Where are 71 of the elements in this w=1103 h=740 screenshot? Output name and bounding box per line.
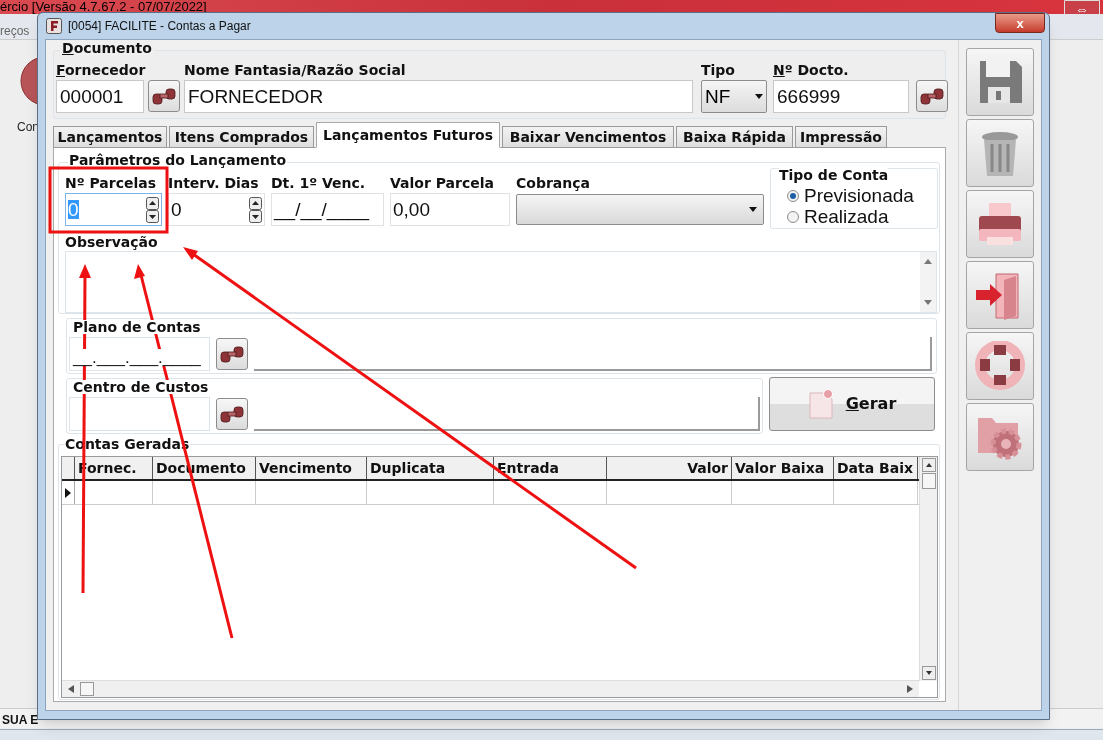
column-header[interactable]: Vencimento: [256, 457, 367, 479]
dropdown[interactable]: [516, 194, 764, 225]
tab[interactable]: Impressão: [795, 126, 887, 148]
radio-label[interactable]: Realizada: [804, 207, 889, 226]
search-button[interactable]: [216, 398, 248, 430]
app-title: ércio [Versão 4.7.67.2 - 07/07/2022]: [0, 0, 207, 13]
group-label: Centro de Custos: [73, 380, 209, 394]
scrollbar[interactable]: [920, 252, 936, 312]
column-header[interactable]: Entrada: [494, 457, 607, 479]
toolbar-button[interactable]: [966, 48, 1034, 116]
toolbar-button[interactable]: [966, 261, 1034, 329]
search-button[interactable]: [916, 80, 948, 112]
toolbar-button[interactable]: [966, 190, 1034, 258]
tab[interactable]: Baixar Vencimentos: [502, 126, 674, 148]
dropdown-arrow-icon: [749, 207, 757, 212]
search-button[interactable]: [148, 80, 180, 112]
lifebuoy-icon: [974, 341, 1026, 391]
app-icon: [46, 18, 62, 34]
column-header[interactable]: Data Baix: [834, 457, 918, 479]
column-header[interactable]: Valor Baixa: [732, 457, 834, 479]
field-label: Interv. Dias: [168, 176, 260, 190]
group-label: Plano de Contas: [73, 320, 201, 334]
column-header[interactable]: Valor: [607, 457, 732, 479]
dropdown-arrow-icon: [755, 94, 763, 99]
field-label: Dt. 1º Venc.: [271, 176, 367, 190]
spinner-icon: [249, 196, 262, 223]
search-button[interactable]: [216, 338, 248, 370]
tab[interactable]: Itens Comprados: [169, 126, 314, 148]
group-label: Parâmetros do Lançamento: [68, 153, 288, 167]
tab[interactable]: Lançamentos Futuros: [316, 122, 500, 148]
field-label: Valor Parcela: [390, 176, 495, 190]
group-label: Tipo de Conta: [779, 168, 889, 182]
toolbar-button[interactable]: [966, 403, 1034, 471]
column-header[interactable]: Duplicata: [367, 457, 494, 479]
field-label: Fornecedor: [56, 63, 147, 77]
new-document-icon: [807, 389, 834, 419]
input-field[interactable]: FORNECEDOR: [184, 80, 693, 113]
input-field[interactable]: __/__/____: [271, 193, 384, 226]
close-button[interactable]: x: [995, 13, 1045, 33]
field-label: Nº Docto.: [773, 63, 850, 77]
field-label: Nº Parcelas: [65, 176, 158, 190]
menu-item[interactable]: reços: [0, 22, 30, 40]
field-label: Observação: [65, 235, 158, 249]
status-text: SUA E: [2, 712, 39, 729]
radio-label[interactable]: Previsionada: [804, 186, 914, 205]
type-dropdown[interactable]: NF: [701, 80, 767, 113]
input-field[interactable]: 000001: [56, 80, 144, 113]
radio-button[interactable]: [787, 210, 799, 223]
scroll-left-icon: [68, 685, 74, 693]
scroll-down-icon: [924, 300, 932, 305]
field-label: Tipo: [701, 63, 736, 77]
scroll-up-icon: [924, 259, 932, 264]
vertical-scrollbar[interactable]: [919, 457, 937, 681]
window-title: [0054] FACILITE - Contas a Pagar: [68, 18, 251, 35]
generate-button[interactable]: Gerar: [769, 377, 935, 431]
horizontal-scrollbar[interactable]: [62, 680, 919, 697]
toolbar-button[interactable]: [966, 119, 1034, 187]
group-label: Documento: [60, 41, 154, 55]
scroll-right-icon: [907, 685, 913, 693]
tab[interactable]: Baixa Rápida: [676, 126, 793, 148]
input-field[interactable]: 0,00: [390, 193, 510, 226]
toolbar-button[interactable]: [966, 332, 1034, 400]
radio-button[interactable]: [787, 189, 799, 202]
observation-field[interactable]: [65, 251, 937, 313]
field-label: Nome Fantasia/Razão Social: [184, 63, 407, 77]
field-label: Cobrança: [516, 176, 591, 190]
input-field[interactable]: 666999: [773, 80, 909, 113]
spinner-icon: [146, 196, 159, 223]
input-field[interactable]: __.___.___.____: [69, 337, 210, 371]
input-field[interactable]: 0: [168, 193, 265, 226]
tab[interactable]: Lançamentos: [53, 126, 167, 148]
